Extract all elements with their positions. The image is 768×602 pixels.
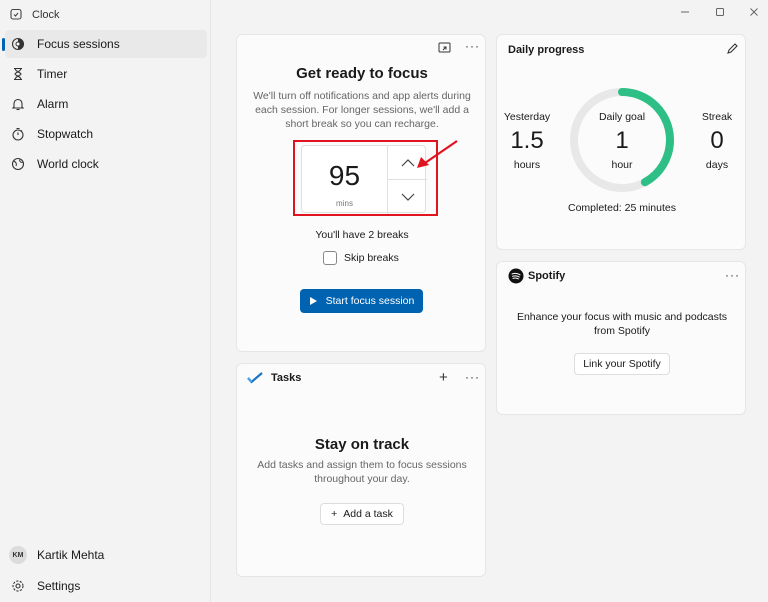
bell-icon xyxy=(11,97,25,111)
yesterday-stat: Yesterday 1.5 hours xyxy=(501,111,553,171)
daily-goal-unit: hour xyxy=(611,159,633,171)
maximize-button[interactable] xyxy=(711,4,729,20)
daily-progress-card: Daily progress Yesterday 1.5 hours Daily… xyxy=(496,34,746,250)
yesterday-value: 1.5 xyxy=(510,127,544,154)
app-title: Clock xyxy=(32,9,60,21)
tasks-description: Add tasks and assign them to focus sessi… xyxy=(257,459,467,485)
sidebar-item-label: Alarm xyxy=(37,97,69,111)
sidebar-item-label: Timer xyxy=(37,67,68,81)
compact-overlay-icon[interactable] xyxy=(438,42,451,60)
user-name: Kartik Mehta xyxy=(37,548,105,562)
tasks-header-label: Tasks xyxy=(271,372,302,384)
focus-icon xyxy=(11,37,25,51)
user-profile[interactable]: KM Kartik Mehta xyxy=(9,546,104,564)
play-icon xyxy=(309,297,317,305)
checkbox-box[interactable] xyxy=(323,251,337,265)
close-button[interactable] xyxy=(745,4,763,20)
more-options-icon[interactable]: ··· xyxy=(725,268,740,282)
plus-icon: + xyxy=(331,508,338,520)
sidebar: Clock Focus sessions Timer Alarm Stopwat… xyxy=(0,0,211,602)
focus-description: We'll turn off notifications and app ale… xyxy=(253,90,471,130)
gear-icon xyxy=(11,579,25,593)
sidebar-item-timer[interactable]: Timer xyxy=(5,60,207,88)
skip-breaks-label: Skip breaks xyxy=(344,252,399,264)
daily-goal-stat[interactable]: Daily goal 1 hour xyxy=(592,111,652,171)
app-title-bar: Clock xyxy=(10,6,60,24)
start-focus-session-button[interactable]: Start focus session xyxy=(300,289,423,313)
edit-pencil-icon[interactable] xyxy=(726,42,739,60)
streak-label: Streak xyxy=(701,111,733,123)
sidebar-item-focus-sessions[interactable]: Focus sessions xyxy=(2,30,207,58)
settings-button[interactable]: Settings xyxy=(11,579,80,593)
annotation-arrow-icon xyxy=(417,140,458,168)
more-options-icon[interactable]: ··· xyxy=(465,39,480,53)
close-icon xyxy=(750,8,758,16)
maximize-icon xyxy=(716,8,724,16)
tasks-card: Tasks + ··· Stay on track Add tasks and … xyxy=(236,363,486,577)
avatar: KM xyxy=(9,546,27,564)
clock-app-icon xyxy=(10,8,22,23)
sidebar-item-label: Focus sessions xyxy=(37,37,120,51)
streak-stat: Streak 0 days xyxy=(691,111,743,171)
daily-goal-label: Daily goal xyxy=(598,111,646,123)
tasks-header: Tasks xyxy=(247,372,301,384)
spotify-logo-icon xyxy=(508,268,524,284)
sidebar-item-stopwatch[interactable]: Stopwatch xyxy=(5,120,207,148)
yesterday-unit: hours xyxy=(513,159,541,171)
streak-value: 0 xyxy=(710,127,724,154)
minimize-button[interactable] xyxy=(676,4,694,20)
breaks-info: You'll have 2 breaks xyxy=(315,229,409,241)
sidebar-item-label: Stopwatch xyxy=(37,127,94,141)
globe-icon xyxy=(11,157,25,171)
focus-title: Get ready to focus xyxy=(296,65,428,82)
daily-progress-title: Daily progress xyxy=(508,44,585,56)
completed-minutes: Completed: 25 minutes xyxy=(568,202,676,214)
sidebar-item-label: World clock xyxy=(37,157,99,171)
spotify-card: Spotify ··· Enhance your focus with musi… xyxy=(496,261,746,415)
daily-goal-value: 1 xyxy=(615,127,629,154)
streak-unit: days xyxy=(705,159,729,171)
add-task-label: Add a task xyxy=(343,508,393,520)
add-task-button[interactable]: + Add a task xyxy=(320,503,404,525)
skip-breaks-checkbox[interactable]: Skip breaks xyxy=(323,251,399,265)
add-task-icon[interactable]: + xyxy=(439,369,448,386)
spotify-label: Spotify xyxy=(528,270,566,282)
minimize-icon xyxy=(681,11,689,13)
start-button-label: Start focus session xyxy=(325,295,415,307)
sidebar-item-alarm[interactable]: Alarm xyxy=(5,90,207,118)
more-options-icon[interactable]: ··· xyxy=(465,370,480,384)
spotify-description: Enhance your focus with music and podcas… xyxy=(516,311,728,337)
focus-session-card: ··· Get ready to focus We'll turn off no… xyxy=(236,34,486,352)
spotify-header: Spotify xyxy=(508,268,565,284)
tasks-title: Stay on track xyxy=(314,436,410,453)
stopwatch-icon xyxy=(11,127,25,141)
settings-label: Settings xyxy=(37,579,81,593)
yesterday-label: Yesterday xyxy=(503,111,551,123)
hourglass-icon xyxy=(11,67,25,81)
sidebar-item-world-clock[interactable]: World clock xyxy=(5,150,207,178)
todo-check-icon xyxy=(247,372,263,384)
link-spotify-button[interactable]: Link your Spotify xyxy=(574,353,670,375)
